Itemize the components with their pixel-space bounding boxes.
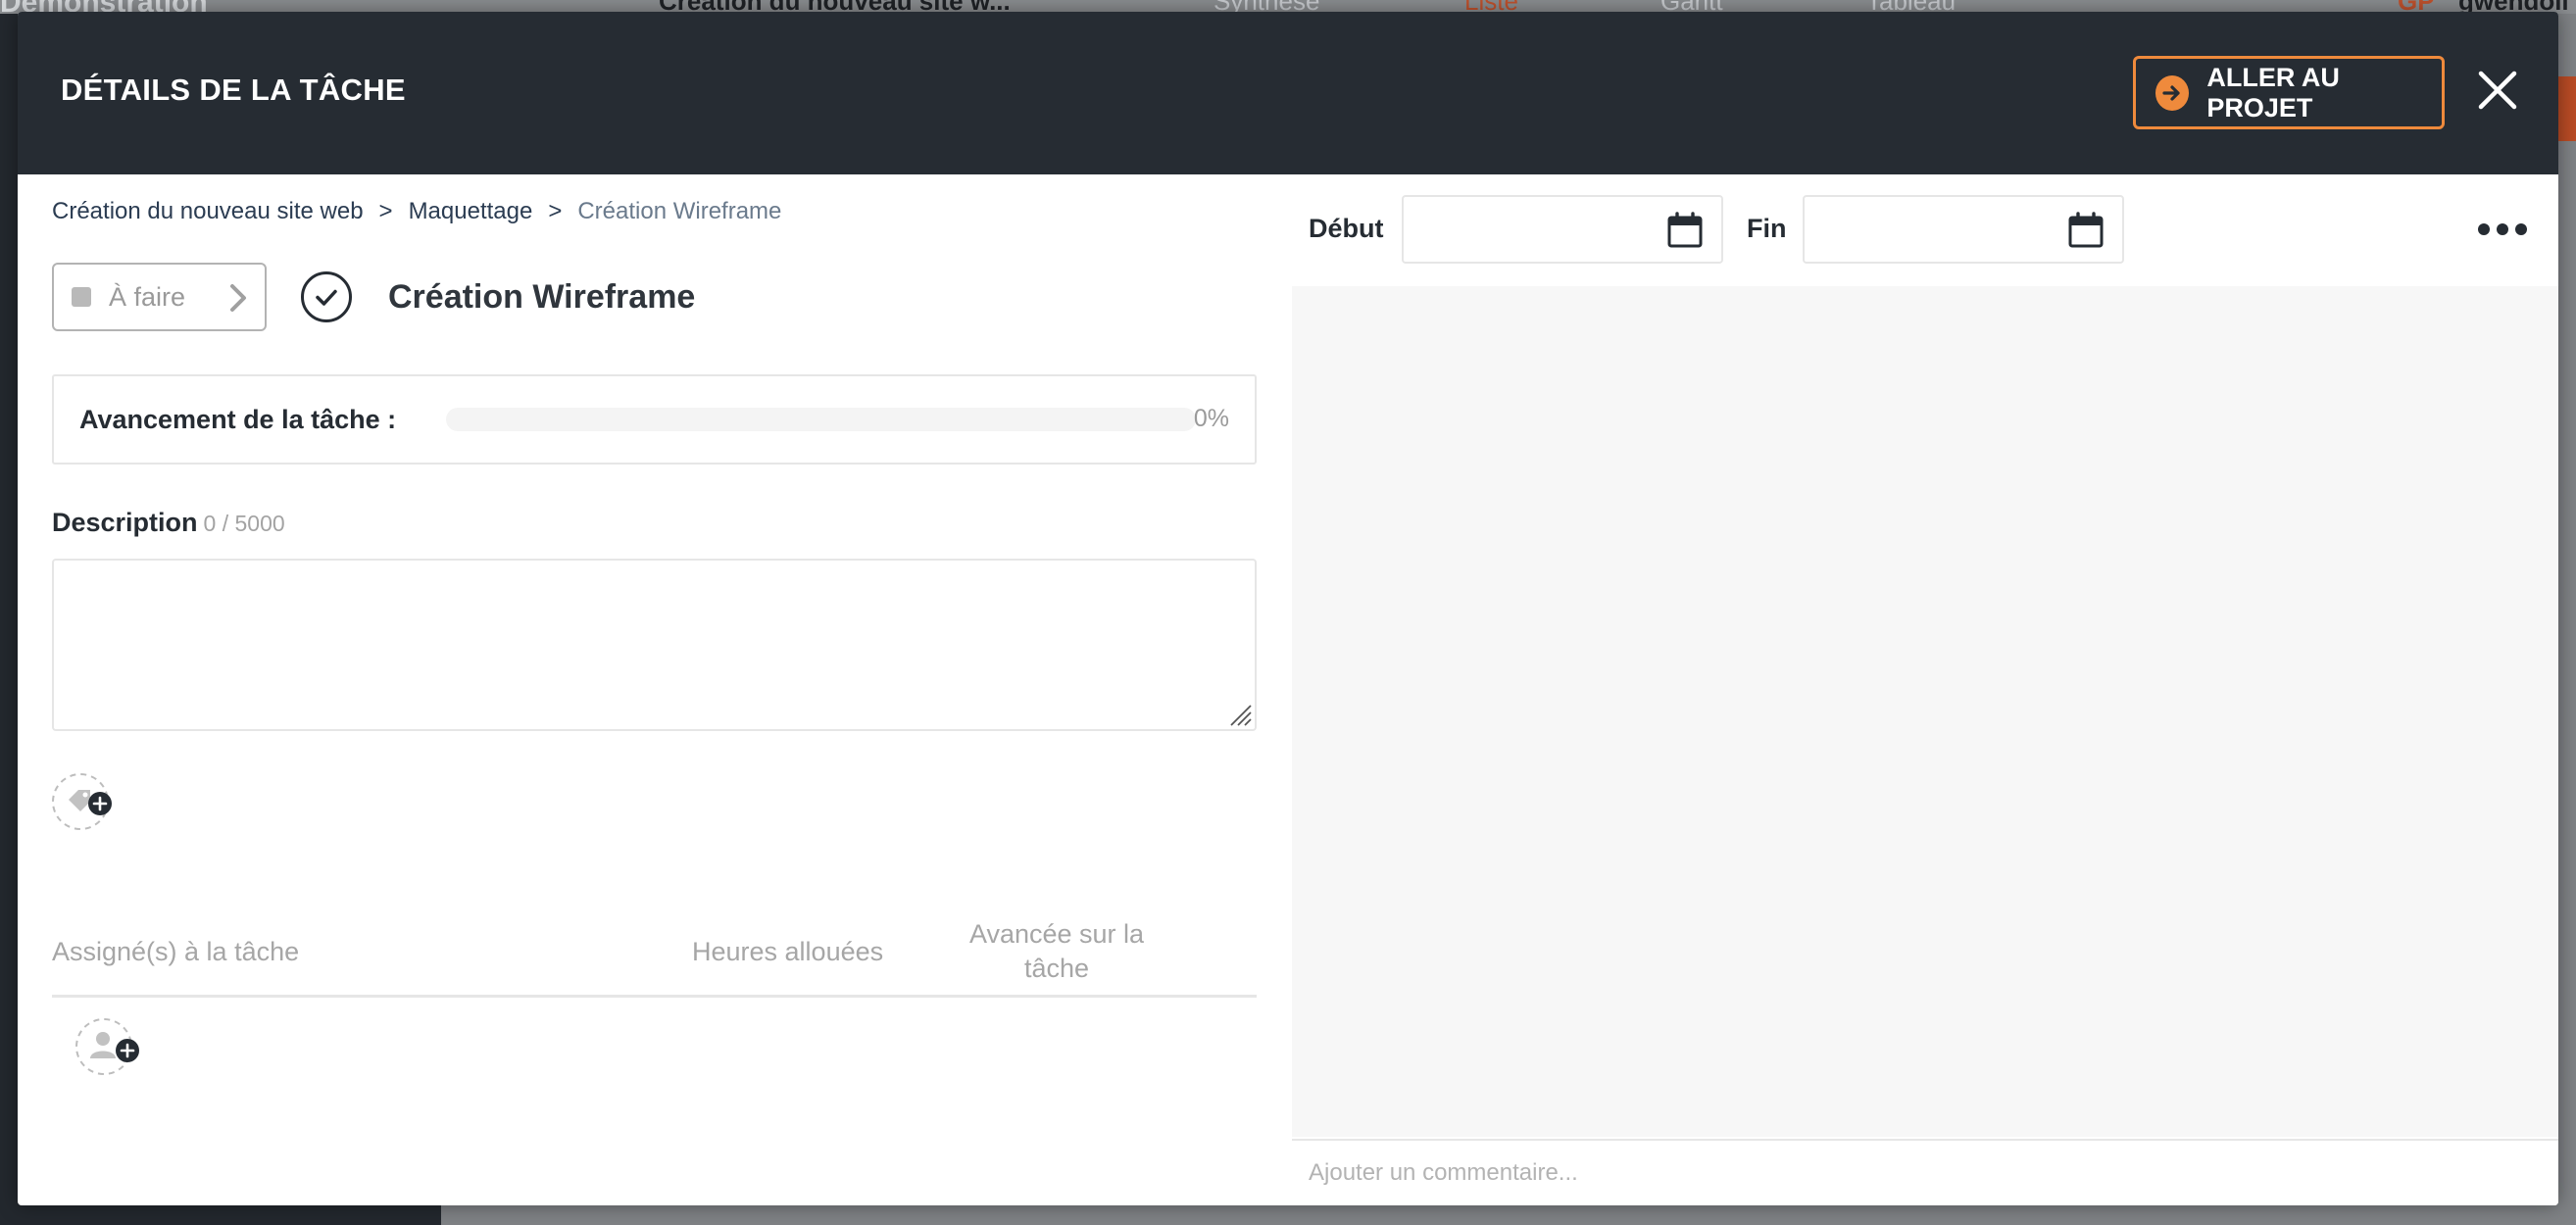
description-label-text: Description [52, 508, 198, 537]
tag-icon [69, 790, 90, 811]
user-icon [90, 1032, 116, 1058]
task-progress-label: Avancement de la tâche : [79, 405, 397, 434]
go-to-project-label: ALLER AU PROJET [2206, 62, 2340, 122]
comments-feed [1292, 286, 2558, 1137]
comment-input[interactable] [1292, 1139, 2558, 1205]
description-label: Description 0 / 5000 [52, 508, 285, 538]
task-progress-percent: 0% [1193, 405, 1229, 432]
end-date-label: Fin [1747, 214, 1787, 243]
breadcrumb: Création du nouveau site web > Maquettag… [52, 198, 781, 225]
add-assignee-button[interactable] [73, 1013, 147, 1082]
calendar-icon [2067, 212, 2105, 249]
more-options-icon[interactable] [2478, 218, 2527, 241]
plus-circle-icon [88, 792, 112, 815]
description-char-counter: 0 / 5000 [203, 511, 285, 536]
go-to-project-button[interactable]: ALLER AU PROJET [2133, 56, 2445, 129]
close-icon[interactable] [2476, 69, 2519, 112]
status-square-icon [72, 287, 91, 307]
description-textarea[interactable] [52, 559, 1257, 731]
complete-task-check-icon[interactable] [300, 270, 353, 323]
breadcrumb-separator: > [378, 198, 393, 224]
assignments-table-header: Assigné(s) à la tâche Heures allouées Av… [52, 904, 1257, 998]
start-date-input[interactable] [1402, 195, 1723, 264]
column-header-progress: Avancée sur la tâche [968, 919, 1145, 983]
task-status-label: À faire [109, 281, 186, 312]
breadcrumb-separator: > [548, 198, 563, 224]
add-tag-button[interactable] [51, 772, 114, 835]
modal-header: DÉTAILS DE LA TÂCHE ALLER AU PROJET [18, 12, 2558, 174]
task-name[interactable]: Création Wireframe [388, 278, 695, 317]
start-date-label: Début [1309, 214, 1384, 243]
end-date-input[interactable] [1803, 195, 2124, 264]
task-progress-bar[interactable] [446, 408, 1196, 431]
breadcrumb-phase[interactable]: Maquettage [409, 198, 533, 225]
chevron-right-icon [227, 283, 249, 318]
task-status-button[interactable]: À faire [52, 263, 267, 331]
textarea-resize-handle-icon[interactable] [1225, 700, 1253, 727]
column-header-hours: Heures allouées [692, 937, 884, 966]
breadcrumb-task: Création Wireframe [577, 198, 782, 224]
modal-title: DÉTAILS DE LA TÂCHE [61, 73, 406, 107]
breadcrumb-project[interactable]: Création du nouveau site web [52, 198, 364, 225]
plus-circle-icon [116, 1039, 139, 1062]
calendar-icon [1666, 212, 1704, 249]
column-header-assignees: Assigné(s) à la tâche [52, 937, 300, 966]
arrow-right-circle-icon [2155, 74, 2190, 111]
task-progress-panel: Avancement de la tâche : 0% [52, 374, 1257, 465]
task-details-modal: DÉTAILS DE LA TÂCHE ALLER AU PROJET Créa… [18, 12, 2558, 1205]
